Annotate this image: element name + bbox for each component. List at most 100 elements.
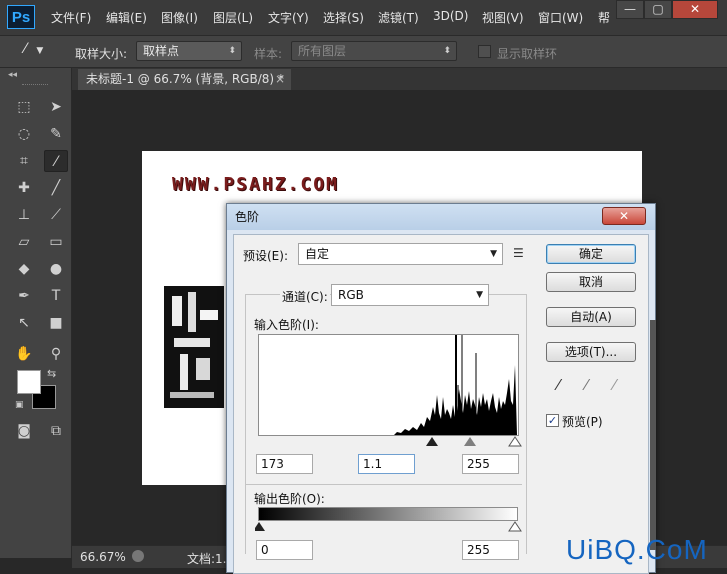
- preset-options-icon[interactable]: ☰: [513, 246, 524, 260]
- marquee-tool[interactable]: ⬚: [12, 96, 36, 118]
- menu-type[interactable]: 文字(Y): [268, 9, 309, 26]
- rectangle-icon: ■: [49, 315, 63, 331]
- gray-point-eyedropper-icon[interactable]: ⁄: [585, 376, 588, 394]
- swap-colors-icon[interactable]: ⇆: [47, 367, 56, 380]
- status-info-icon[interactable]: [132, 550, 144, 562]
- clone-stamp-tool[interactable]: ⊥: [12, 204, 36, 226]
- history-brush-tool[interactable]: ⟋: [44, 204, 68, 226]
- rectangle-tool[interactable]: ■: [44, 312, 68, 334]
- output-gradient: [258, 507, 518, 521]
- site-watermark: UiBQ.CoM: [566, 534, 708, 565]
- menu-window[interactable]: 窗口(W): [538, 9, 583, 26]
- vertical-scrollbar[interactable]: [650, 320, 656, 550]
- close-window-button[interactable]: ✕: [672, 0, 718, 19]
- gradient-tool[interactable]: ▭: [44, 231, 68, 253]
- auto-button[interactable]: 自动(A): [546, 307, 636, 327]
- menu-select[interactable]: 选择(S): [323, 9, 364, 26]
- document-tab-title: 未标题-1 @ 66.7% (背景, RGB/8) *: [86, 72, 284, 86]
- menu-3d[interactable]: 3D(D): [433, 9, 468, 23]
- channel-select[interactable]: RGB ▼: [331, 284, 489, 306]
- sample-label: 样本:: [254, 47, 283, 61]
- crop-tool[interactable]: ⌗: [12, 150, 36, 172]
- menu-layer[interactable]: 图层(L): [213, 9, 253, 26]
- ok-button[interactable]: 确定: [546, 244, 636, 264]
- cancel-button[interactable]: 取消: [546, 272, 636, 292]
- input-black-slider: [426, 437, 438, 446]
- panel-grip[interactable]: [22, 84, 48, 87]
- eraser-tool[interactable]: ▱: [12, 231, 36, 253]
- droplet-icon: ◆: [18, 261, 30, 277]
- options-button[interactable]: 选项(T)...: [546, 342, 636, 362]
- menu-edit[interactable]: 编辑(E): [106, 9, 147, 26]
- marquee-icon: ⬚: [17, 99, 31, 115]
- eraser-icon: ▱: [18, 234, 30, 250]
- input-sliders[interactable]: [255, 436, 525, 448]
- input-black-field[interactable]: 173: [256, 454, 313, 474]
- lasso-tool[interactable]: ◌: [12, 123, 36, 145]
- eyedropper-tool[interactable]: ⁄: [44, 150, 68, 172]
- quick-mask-button[interactable]: ◙: [12, 420, 36, 442]
- input-gamma-field[interactable]: 1.1: [358, 454, 415, 474]
- close-tab-icon[interactable]: ×: [275, 69, 285, 89]
- dialog-close-button[interactable]: ✕: [602, 207, 646, 225]
- black-point-eyedropper-icon[interactable]: ⁄: [557, 376, 560, 394]
- output-black-field[interactable]: 0: [256, 540, 313, 560]
- show-ring-label: 显示取样环: [497, 47, 558, 61]
- document-tab[interactable]: 未标题-1 @ 66.7% (背景, RGB/8) * ×: [78, 69, 291, 90]
- output-sliders[interactable]: [255, 521, 525, 533]
- move-tool[interactable]: ➤: [44, 96, 68, 118]
- input-white-field[interactable]: 255: [462, 454, 519, 474]
- output-levels-label: 输出色阶(O):: [254, 492, 325, 506]
- tools-panel: ◂◂ ⬚ ➤ ◌ ✎ ⌗ ⁄ ✚ ╱ ⊥ ⟋ ▱ ▭ ◆ ● ✒ T ↖ ■ ✋…: [0, 68, 72, 558]
- stamp-icon: ⊥: [17, 207, 31, 223]
- dodge-tool[interactable]: ●: [44, 258, 68, 280]
- input-levels-label: 输入色阶(I):: [254, 318, 319, 332]
- input-white-slider: [508, 436, 522, 447]
- preset-select[interactable]: 自定 ▼: [298, 243, 503, 265]
- foreground-color-swatch[interactable]: [17, 370, 41, 394]
- canvas-artwork: [164, 286, 224, 408]
- collapse-icon[interactable]: ◂◂: [8, 70, 17, 80]
- chevron-down-icon: ▼: [476, 290, 483, 300]
- zoom-tool[interactable]: ⚲: [44, 343, 68, 365]
- magnifier-dodge-icon: ●: [49, 261, 63, 277]
- quick-mask-icon: ◙: [17, 423, 31, 439]
- preset-value: 自定: [305, 247, 330, 261]
- white-point-eyedropper-icon[interactable]: ⁄: [613, 376, 616, 394]
- lasso-icon: ◌: [17, 126, 31, 142]
- arrow-icon: ↖: [18, 315, 30, 331]
- maximize-button[interactable]: ▢: [644, 0, 672, 19]
- menu-image[interactable]: 图像(I): [161, 9, 198, 26]
- minimize-button[interactable]: —: [616, 0, 644, 19]
- hand-tool[interactable]: ✋: [12, 343, 36, 365]
- menu-filter[interactable]: 滤镜(T): [378, 9, 419, 26]
- zoom-level[interactable]: 66.67%: [80, 550, 126, 564]
- default-colors-icon[interactable]: ▣: [15, 400, 24, 410]
- pen-tool[interactable]: ✒: [12, 285, 36, 307]
- eyedropper-tool-preset[interactable]: ⁄ ▼: [24, 41, 64, 63]
- chevron-down-icon: ▼: [36, 46, 44, 56]
- options-bar: ⁄ ▼ 取样大小: 取样点 ⬍ 样本: 所有图层 ⬍ 显示取样环: [0, 36, 727, 68]
- histogram-graph: [259, 335, 517, 435]
- output-white-field[interactable]: 255: [462, 540, 519, 560]
- updown-icon: ⬍: [443, 46, 451, 56]
- screen-mode-button[interactable]: ⧉: [44, 420, 68, 442]
- eyedropper-icon: ⁄: [24, 41, 27, 57]
- brush-icon: ╱: [51, 180, 61, 196]
- menu-file[interactable]: 文件(F): [51, 9, 91, 26]
- menu-bar: Ps 文件(F) 编辑(E) 图像(I) 图层(L) 文字(Y) 选择(S) 滤…: [0, 0, 727, 36]
- move-icon: ➤: [50, 99, 62, 115]
- type-tool[interactable]: T: [44, 285, 68, 307]
- sample-size-label: 取样大小:: [75, 47, 128, 61]
- quick-select-tool[interactable]: ✎: [44, 123, 68, 145]
- menu-help[interactable]: 帮: [598, 9, 610, 26]
- channel-label: 通道(C):: [280, 288, 330, 305]
- path-selection-tool[interactable]: ↖: [12, 312, 36, 334]
- healing-brush-tool[interactable]: ✚: [12, 177, 36, 199]
- blur-tool[interactable]: ◆: [12, 258, 36, 280]
- sample-size-select[interactable]: 取样点 ⬍: [136, 41, 242, 61]
- brush-tool[interactable]: ╱: [44, 177, 68, 199]
- menu-view[interactable]: 视图(V): [482, 9, 524, 26]
- preview-checkbox[interactable]: ✓: [546, 414, 559, 427]
- divider: [246, 484, 522, 485]
